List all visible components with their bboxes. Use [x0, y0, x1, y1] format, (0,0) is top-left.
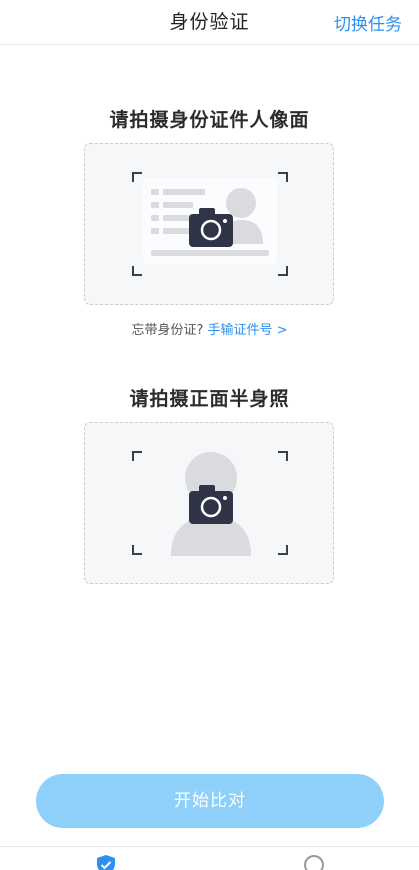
portrait-section-title: 请拍摄正面半身照 [129, 388, 290, 410]
start-compare-button[interactable]: 开始比对 [36, 774, 384, 828]
manual-id-entry-link[interactable]: 手输证件号 > [207, 323, 287, 338]
shield-check-icon [97, 855, 115, 870]
tab-verify[interactable] [94, 853, 118, 870]
forgot-id-text: 忘带身份证? [131, 323, 204, 338]
bottom-tab-bar [0, 846, 419, 870]
header: 身份验证 切换任务 [0, 0, 419, 45]
portrait-camera-icon [132, 451, 288, 556]
id-card-camera-icon [132, 172, 288, 276]
id-card-capture-area[interactable] [84, 143, 334, 305]
tab-other[interactable] [302, 853, 326, 870]
switch-task-button[interactable]: 切换任务 [334, 10, 402, 35]
forgot-id-hint: 忘带身份证? 手输证件号 > [0, 319, 419, 338]
id-card-section-title: 请拍摄身份证件人像面 [109, 109, 310, 131]
circle-icon [304, 855, 324, 870]
portrait-capture-area[interactable] [84, 422, 334, 584]
